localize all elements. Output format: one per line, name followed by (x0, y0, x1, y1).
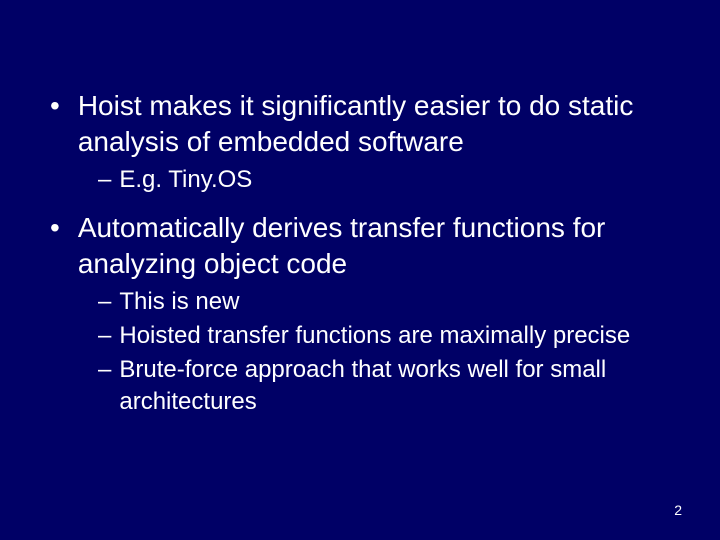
bullet-level2: – E.g. Tiny.OS (50, 164, 670, 196)
bullet-level2: – Brute-force approach that works well f… (50, 354, 670, 418)
slide-content: • Hoist makes it significantly easier to… (0, 0, 720, 418)
bullet-text: Hoisted transfer functions are maximally… (119, 320, 630, 352)
bullet-text: Automatically derives transfer functions… (78, 210, 670, 282)
bullet-level1: • Automatically derives transfer functio… (50, 210, 670, 282)
bullet-text: E.g. Tiny.OS (119, 164, 252, 196)
bullet-text: Hoist makes it significantly easier to d… (78, 88, 670, 160)
page-number: 2 (674, 502, 682, 518)
bullet-text: This is new (119, 286, 239, 318)
bullet-level1: • Hoist makes it significantly easier to… (50, 88, 670, 160)
bullet-marker-l2: – (98, 354, 111, 386)
bullet-marker-l2: – (98, 286, 111, 318)
bullet-marker-l1: • (50, 210, 60, 246)
bullet-level2: – This is new (50, 286, 670, 318)
bullet-marker-l1: • (50, 88, 60, 124)
bullet-level2: – Hoisted transfer functions are maximal… (50, 320, 670, 352)
bullet-marker-l2: – (98, 320, 111, 352)
bullet-text: Brute-force approach that works well for… (119, 354, 670, 418)
bullet-marker-l2: – (98, 164, 111, 196)
